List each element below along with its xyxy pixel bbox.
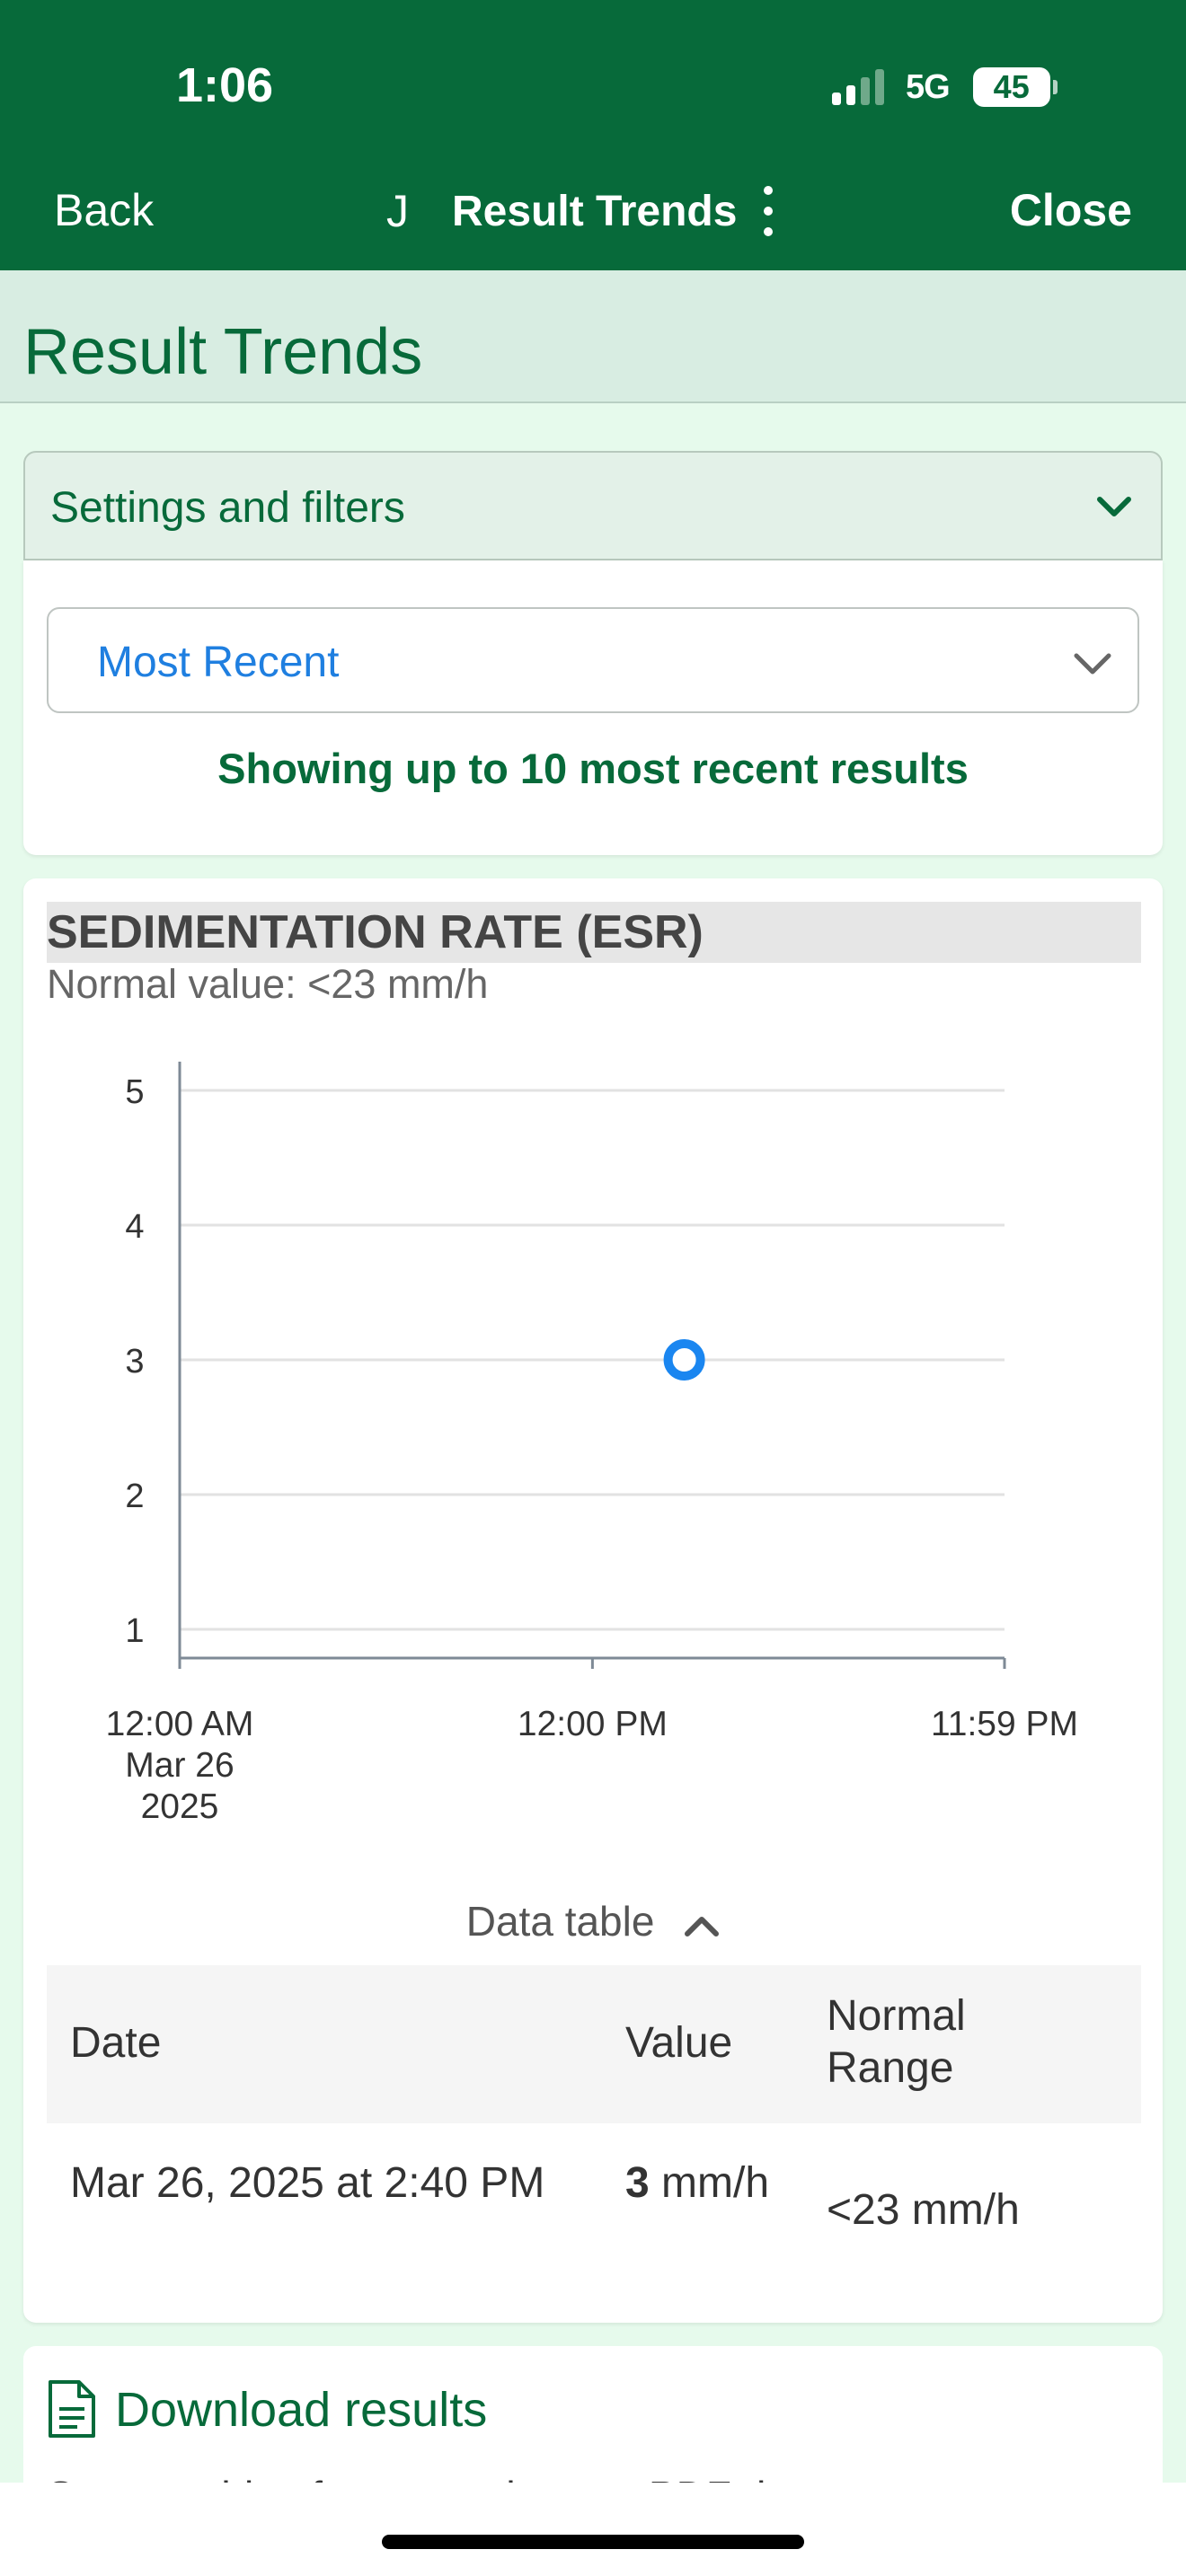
nav-title: Result Trends [452, 187, 738, 235]
nav-title-group: J Result Trends [386, 184, 774, 238]
table-row: Mar 26, 2025 at 2:40 PM 3 mm/h <23 mm/h [47, 2123, 1141, 2303]
normal-value: Normal value: <23 mm/h [47, 961, 489, 1007]
column-header-normal-range: Normal Range [827, 1992, 966, 2092]
close-button[interactable]: Close [1010, 184, 1132, 236]
more-options-icon[interactable] [762, 186, 774, 236]
row-value: 3 mm/h [625, 2156, 787, 2211]
row-normal-range: <23 mm/h [827, 2186, 1020, 2234]
page-title: Result Trends [23, 316, 423, 388]
chevron-down-icon [1074, 653, 1111, 675]
page-title-band: Result Trends [0, 270, 1186, 403]
row-value-unit: mm/h [661, 2159, 770, 2207]
result-trend-chart: 1 2 3 4 5 12:00 AMMar 262025 12:00 PM 11:59 PM [106, 1062, 1078, 1826]
back-button[interactable]: Back [54, 184, 154, 236]
settings-panel: Most Recent Showing up to 10 most recent… [23, 560, 1163, 855]
column-header-value: Value [625, 2019, 733, 2067]
row-date: Mar 26, 2025 at 2:40 PM [70, 2159, 545, 2207]
cellular-signal-icon [832, 69, 884, 105]
result-card: SEDIMENTATION RATE (ESR) Normal value: <… [23, 878, 1163, 2323]
test-name: SEDIMENTATION RATE (ESR) [47, 902, 1141, 963]
table-header: Date Value Normal Range [47, 1965, 1141, 2123]
x-tick-label: Mar 26 [125, 1746, 234, 1785]
app-header: 1:06 5G 45 Back J Result Trends Close [0, 0, 1186, 270]
home-bar-area [0, 2483, 1186, 2576]
document-icon [49, 2380, 95, 2438]
x-tick-label: 12:00 AM [106, 1705, 254, 1743]
column-header-date: Date [70, 2019, 162, 2067]
x-tick-label: 2025 [141, 1787, 219, 1826]
x-tick-label: 11:59 PM [931, 1705, 1078, 1743]
settings-filters-label: Settings and filters [50, 484, 405, 532]
results-filter-value: Most Recent [97, 639, 340, 686]
download-results-link[interactable]: Download results [115, 2382, 487, 2438]
status-time: 1:06 [176, 58, 274, 112]
chevron-up-icon [685, 1916, 720, 1936]
y-tick-label: 5 [125, 1073, 144, 1111]
home-indicator[interactable] [382, 2535, 804, 2549]
network-type: 5G [906, 67, 951, 106]
settings-filters-toggle[interactable]: Settings and filters [23, 451, 1163, 560]
y-tick-label: 4 [125, 1208, 144, 1246]
patient-initial: J [386, 186, 409, 236]
battery-icon: 45 [972, 67, 1058, 107]
row-value-number: 3 [625, 2159, 650, 2207]
chevron-down-icon [1097, 497, 1131, 516]
y-tick-label: 3 [125, 1343, 144, 1381]
data-table-label: Data table [465, 1898, 655, 1945]
status-icons: 5G 45 [832, 65, 1058, 110]
results-count-note: Showing up to 10 most recent results [217, 745, 969, 792]
battery-level: 45 [993, 68, 1030, 105]
data-point [663, 1339, 705, 1381]
results-filter-select[interactable]: Most Recent [47, 607, 1139, 713]
y-tick-label: 2 [125, 1478, 144, 1515]
x-tick-label: 12:00 PM [518, 1705, 668, 1743]
data-table-toggle[interactable]: Data table [23, 1897, 1163, 1945]
y-tick-label: 1 [125, 1612, 144, 1650]
